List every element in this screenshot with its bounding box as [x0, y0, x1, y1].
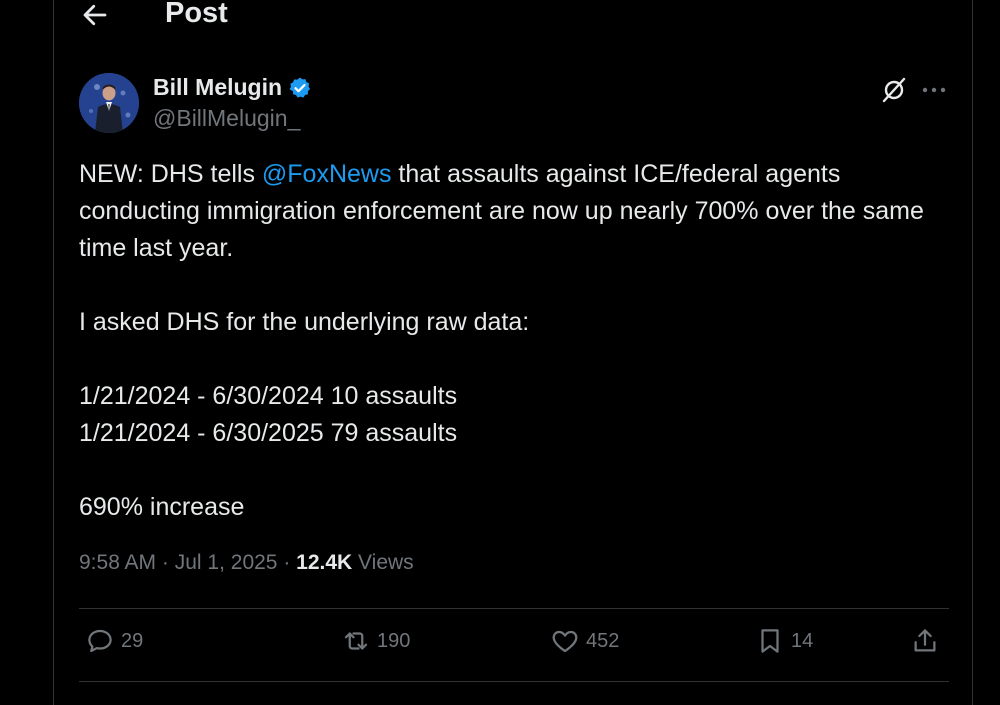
meta-separator: ·: [156, 551, 175, 574]
post-header: Post: [54, 0, 972, 36]
views-label: Views: [352, 551, 414, 574]
action-bar: 29 190 452 14: [79, 626, 949, 670]
back-arrow-icon: [83, 4, 107, 26]
mention-link[interactable]: @FoxNews: [262, 160, 392, 188]
share-icon: [914, 629, 936, 652]
post-paragraph: 690% increase: [79, 493, 245, 521]
reply-count: 29: [121, 629, 144, 652]
page-title: Post: [165, 0, 228, 29]
post-date[interactable]: Jul 1, 2025: [175, 551, 278, 574]
verified-badge-icon: [289, 77, 311, 98]
post-column: Post Bill Melugin @BillMelugin_ NEW: DHS…: [53, 0, 973, 705]
post-time[interactable]: 9:58 AM: [79, 551, 156, 574]
post-text: NEW: DHS tells @FoxNews that assaults ag…: [79, 156, 949, 526]
grok-icon: [882, 77, 906, 103]
post-paragraph: NEW: DHS tells @FoxNews that assaults ag…: [79, 156, 949, 267]
post-paragraph: 1/21/2024 - 6/30/2025 79 assaults: [79, 419, 458, 447]
more-icon: [922, 87, 946, 93]
like-count: 452: [586, 629, 620, 652]
divider: [79, 681, 949, 682]
back-button[interactable]: [80, 0, 110, 30]
like-icon: [552, 630, 578, 653]
bookmark-count: 14: [791, 629, 814, 652]
post-paragraph: I asked DHS for the underlying raw data:: [79, 308, 530, 336]
share-button[interactable]: [910, 626, 940, 656]
more-button[interactable]: [920, 76, 948, 104]
avatar[interactable]: [79, 73, 139, 133]
grok-button[interactable]: [880, 76, 908, 104]
like-button[interactable]: 452: [550, 626, 619, 656]
reply-icon: [88, 629, 112, 653]
repost-icon: [344, 632, 368, 650]
repost-button[interactable]: 190: [341, 626, 410, 656]
reply-button[interactable]: 29: [85, 626, 143, 656]
post-meta: 9:58 AM · Jul 1, 2025 · 12.4K Views: [79, 551, 414, 575]
bookmark-icon: [761, 629, 779, 653]
repost-count: 190: [377, 629, 411, 652]
post-paragraph: 1/21/2024 - 6/30/2024 10 assaults: [79, 382, 458, 410]
post-text-segment: NEW: DHS tells: [79, 160, 262, 188]
bookmark-button[interactable]: 14: [755, 626, 813, 656]
author-handle[interactable]: @BillMelugin_: [153, 105, 300, 132]
meta-separator: ·: [277, 551, 297, 574]
author-name[interactable]: Bill Melugin: [153, 74, 282, 101]
views-count: 12.4K: [296, 551, 353, 574]
author-name-row[interactable]: Bill Melugin: [153, 74, 312, 101]
avatar-image: [79, 73, 139, 133]
divider: [79, 608, 949, 609]
